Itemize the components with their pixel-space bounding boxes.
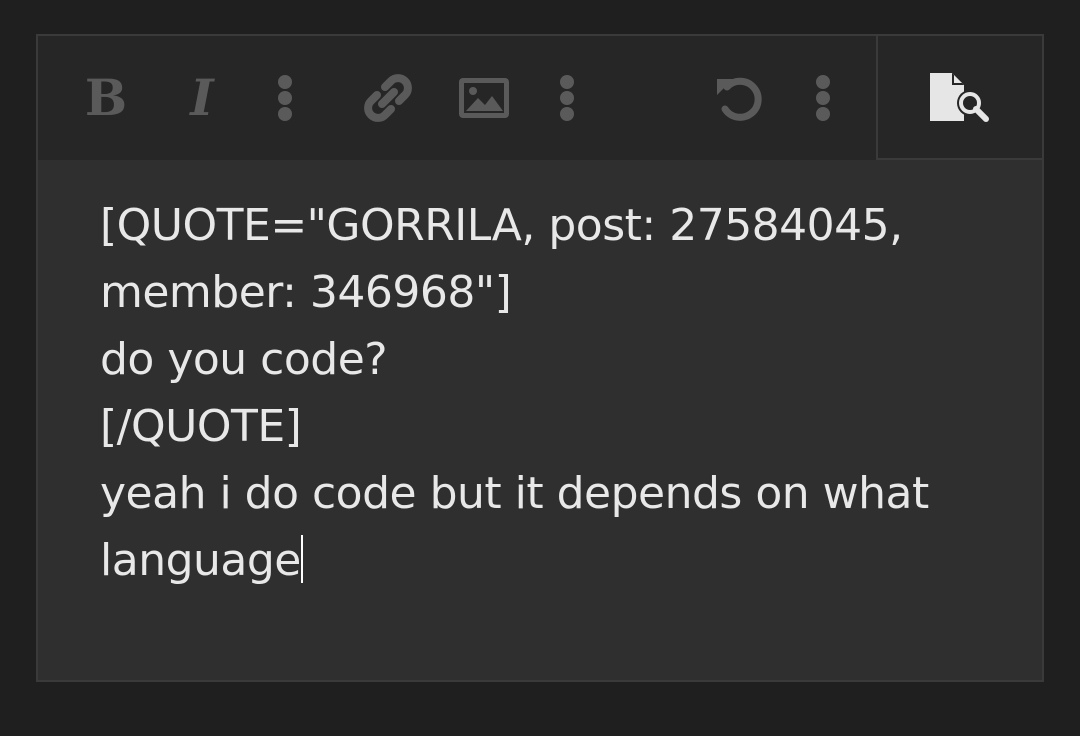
vertical-ellipsis-icon xyxy=(816,75,830,121)
image-icon xyxy=(459,78,509,118)
link-icon xyxy=(364,74,412,122)
vertical-ellipsis-icon xyxy=(560,75,574,121)
insert-image-button[interactable] xyxy=(456,36,512,160)
more-options-button[interactable] xyxy=(808,36,838,160)
undo-button[interactable] xyxy=(710,36,766,160)
editor-line: [/QUOTE] xyxy=(100,401,302,452)
more-text-options-button[interactable] xyxy=(270,36,300,160)
editor-toolbar: B I xyxy=(38,36,1042,160)
preview-document-search-icon xyxy=(930,73,989,122)
more-insert-options-button[interactable] xyxy=(552,36,582,160)
vertical-ellipsis-icon xyxy=(278,75,292,121)
italic-icon: I xyxy=(190,68,214,127)
preview-button[interactable] xyxy=(876,36,1042,160)
italic-button[interactable]: I xyxy=(178,36,226,160)
bold-icon: B xyxy=(84,68,128,127)
editor-line: [QUOTE="GORRILA, post: 27584045, member:… xyxy=(100,200,917,318)
insert-link-button[interactable] xyxy=(358,36,418,160)
editor-line: yeah i do code but it depends on what la… xyxy=(100,468,943,586)
rich-text-editor: B I [QUOTE="GORRILA, post: 27584045, mem… xyxy=(36,34,1044,682)
editor-text-area[interactable]: [QUOTE="GORRILA, post: 27584045, member:… xyxy=(100,192,980,594)
editor-line: do you code? xyxy=(100,334,388,385)
bold-button[interactable]: B xyxy=(82,36,130,160)
text-caret xyxy=(300,535,303,583)
undo-icon xyxy=(717,77,762,121)
